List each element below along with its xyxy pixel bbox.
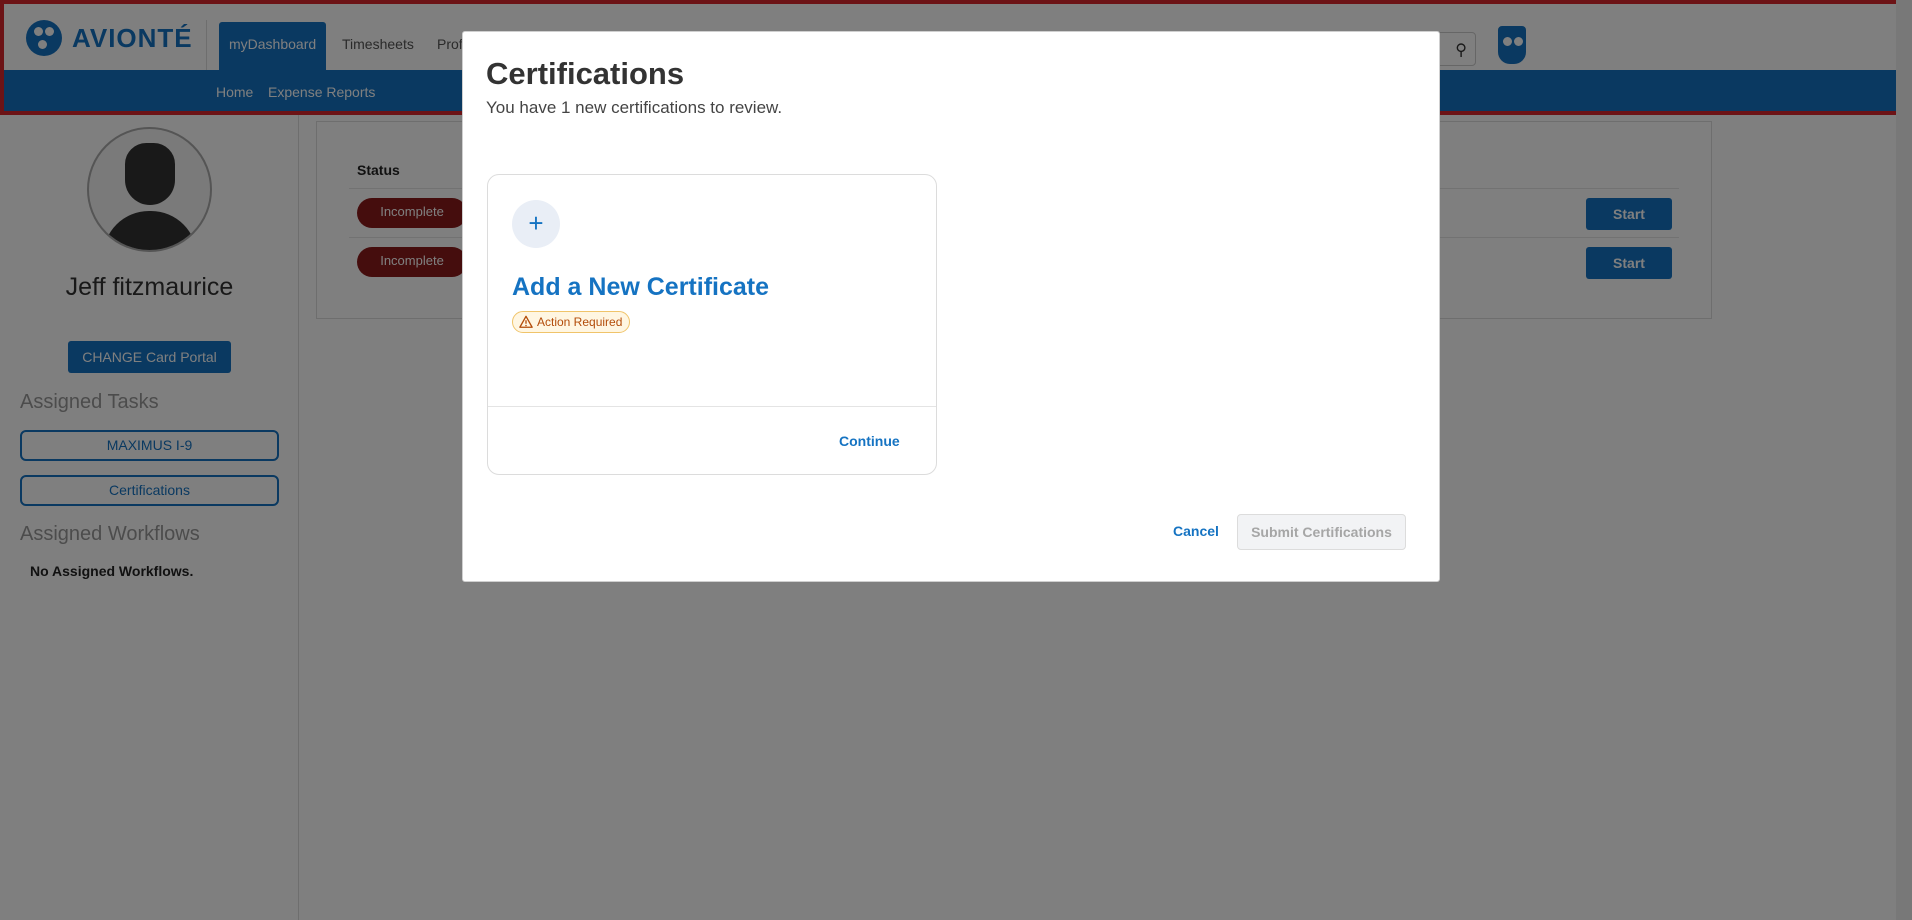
card-title: Add a New Certificate (512, 273, 770, 301)
continue-button[interactable]: Continue (839, 433, 900, 449)
submit-certifications-button[interactable]: Submit Certifications (1237, 514, 1406, 550)
warning-icon (519, 315, 533, 328)
card-divider (488, 406, 936, 407)
modal-title: Certifications (486, 56, 685, 91)
action-required-badge: Action Required (512, 311, 631, 333)
badge-label: Action Required (537, 315, 623, 329)
plus-icon[interactable]: + (512, 200, 560, 248)
cancel-button[interactable]: Cancel (1173, 523, 1219, 539)
certifications-modal: Certifications You have 1 new certificat… (462, 31, 1440, 582)
modal-subtitle: You have 1 new certifications to review. (486, 98, 783, 117)
new-certificate-card[interactable]: + Add a New Certificate Action Required … (487, 174, 937, 475)
